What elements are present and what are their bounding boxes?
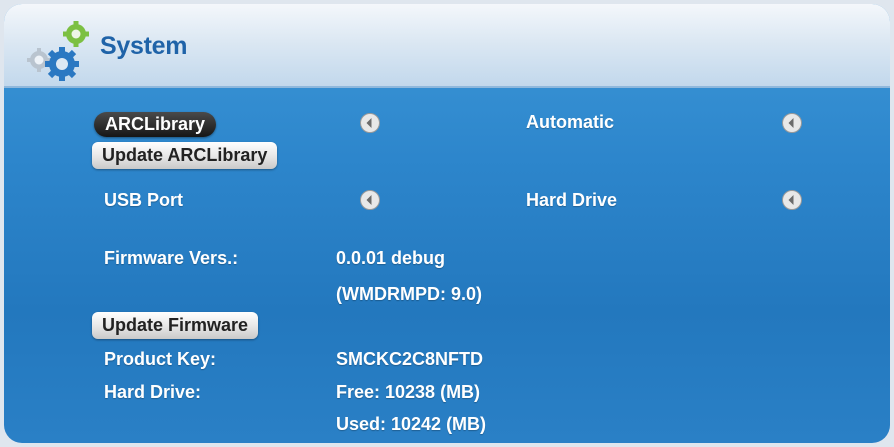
hard-drive-label: Hard Drive: (104, 382, 202, 402)
arclibrary-value: Automatic (526, 112, 615, 132)
usb-port-label: USB Port (104, 190, 184, 210)
page-title: System (100, 32, 188, 60)
update-firmware-button[interactable]: Update Firmware (92, 312, 259, 339)
usb-port-value: Hard Drive (526, 190, 618, 210)
firmware-drm-version: (WMDRMPD: 9.0) (336, 284, 482, 304)
product-key-label: Product Key: (104, 349, 217, 369)
firmware-label: Firmware Vers.: (104, 248, 239, 268)
firmware-version: 0.0.01 debug (336, 248, 446, 268)
arclibrary-option[interactable]: ARCLibrary (94, 112, 217, 137)
selector-arrow-icon[interactable] (781, 112, 803, 134)
selector-arrow-icon[interactable] (359, 189, 381, 211)
gears-icon (27, 21, 89, 81)
product-key-value: SMCKC2C8NFTD (336, 349, 484, 369)
header-bar: System (4, 4, 890, 88)
update-arclibrary-button[interactable]: Update ARCLibrary (92, 142, 278, 169)
hard-drive-used: Used: 10242 (MB) (336, 414, 487, 434)
selector-arrow-icon[interactable] (359, 112, 381, 134)
hard-drive-free: Free: 10238 (MB) (336, 382, 481, 402)
selector-arrow-icon[interactable] (781, 189, 803, 211)
system-panel: System ARCLibrary Automatic Update ARCLi… (4, 4, 890, 443)
